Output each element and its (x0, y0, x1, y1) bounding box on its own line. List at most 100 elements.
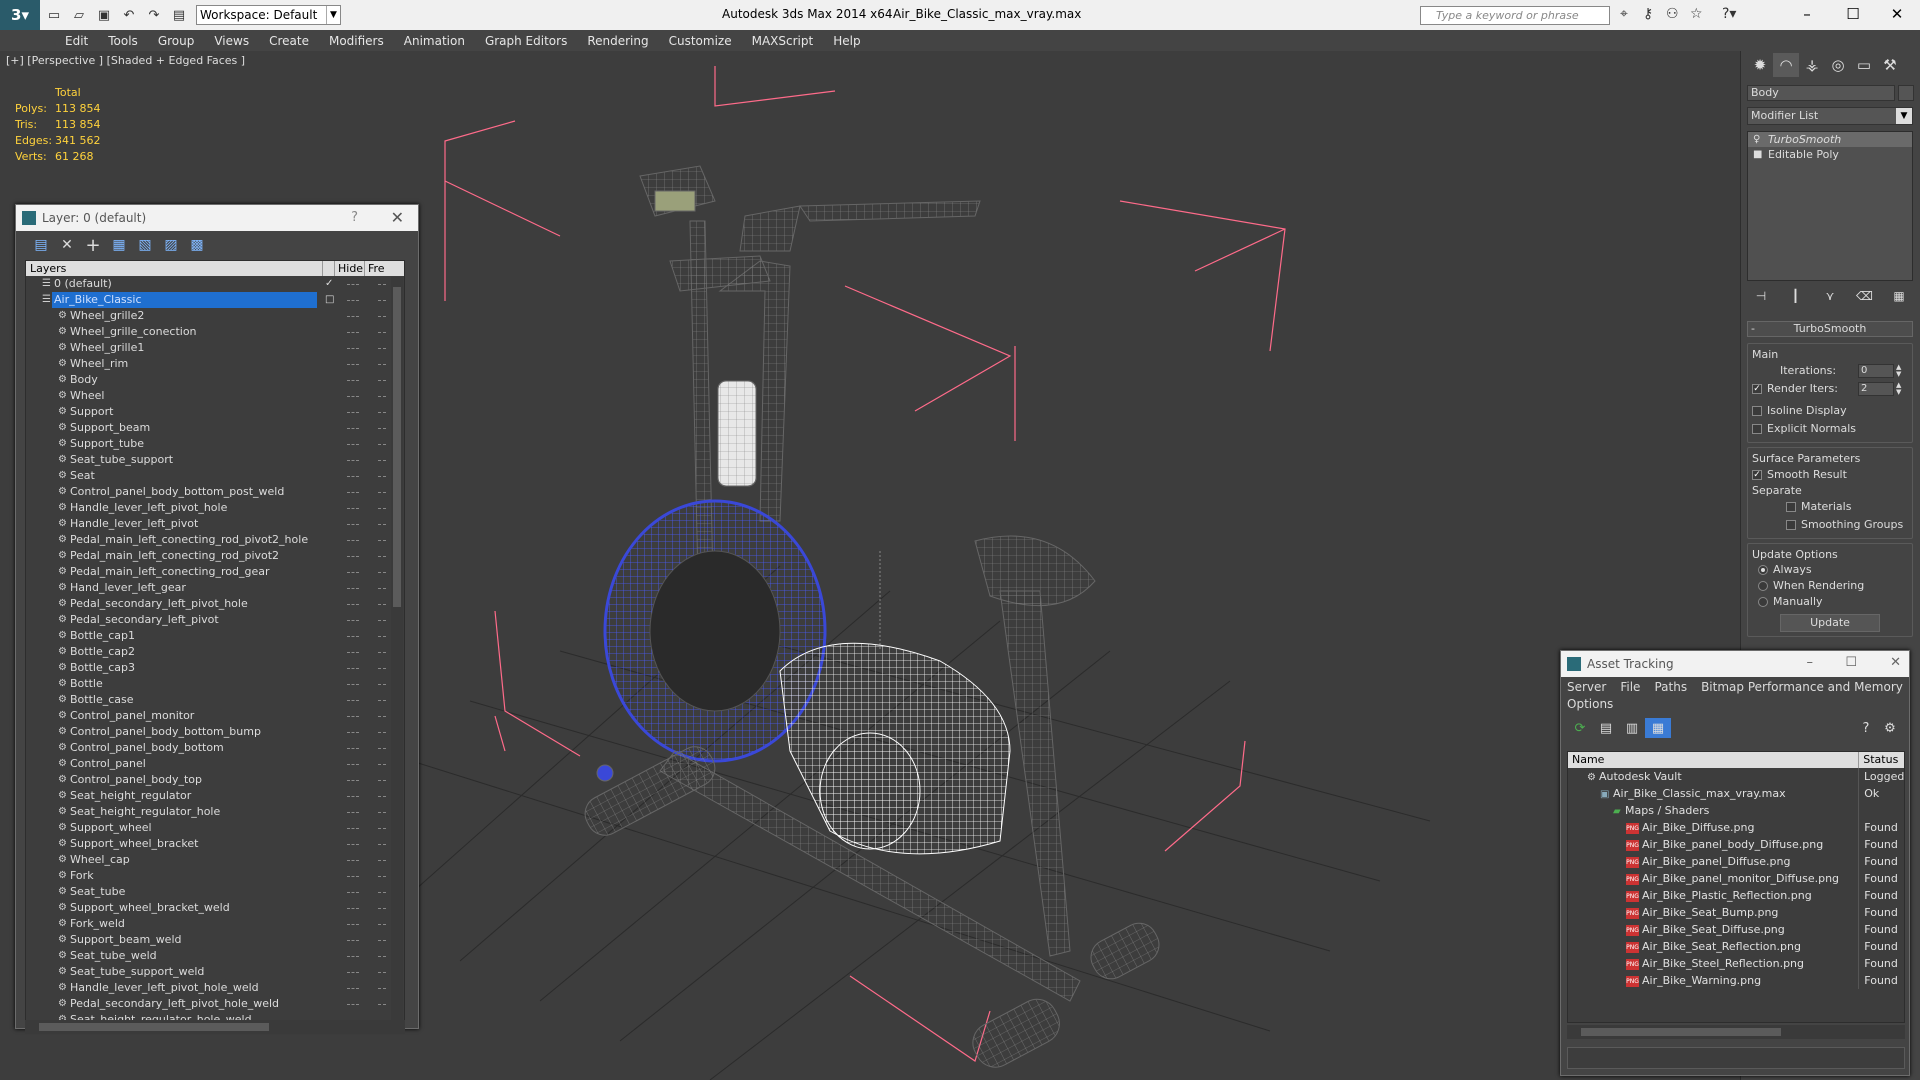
new-file-icon[interactable]: ▭ (43, 4, 65, 26)
show-end-result-icon[interactable]: ┃ (1782, 286, 1810, 306)
hide-toggle[interactable] (347, 348, 359, 350)
modifier-stack-item[interactable]: ■ Editable Poly (1748, 147, 1912, 162)
asset-row[interactable]: PNG Air_Bike_Diffuse.png Found (1568, 819, 1904, 836)
layer-object-row[interactable]: ⚙ Bottle_cap2 (26, 644, 404, 660)
highlight-selected-icon[interactable]: ▧ (132, 234, 158, 256)
freeze-toggle[interactable] (378, 988, 386, 990)
layer-object-row[interactable]: ⚙ Bottle_cap1 (26, 628, 404, 644)
scroll-thumb[interactable] (1581, 1028, 1781, 1036)
layer-object-row[interactable]: ⚙ Seat_tube_weld (26, 948, 404, 964)
freeze-toggle[interactable] (378, 316, 386, 318)
close-icon[interactable]: ✕ (1890, 655, 1901, 670)
hide-toggle[interactable] (347, 364, 359, 366)
freeze-toggle[interactable] (378, 524, 386, 526)
hide-toggle[interactable] (347, 396, 359, 398)
always-radio[interactable] (1758, 565, 1768, 575)
asset-row[interactable]: PNG Air_Bike_Seat_Diffuse.png Found (1568, 921, 1904, 938)
delete-layer-icon[interactable]: ✕ (54, 234, 80, 256)
utilities-tab-icon[interactable]: ⚒ (1877, 53, 1903, 77)
freeze-toggle[interactable] (378, 588, 386, 590)
create-tab-icon[interactable]: ✹ (1747, 53, 1773, 77)
save-file-icon[interactable]: ▣ (93, 4, 115, 26)
freeze-toggle[interactable] (378, 556, 386, 558)
minimize-icon[interactable]: – (1807, 655, 1814, 670)
freeze-toggle[interactable] (378, 972, 386, 974)
layer-object-row[interactable]: ⚙ Fork_weld (26, 916, 404, 932)
layer-object-row[interactable]: ⚙ Bottle (26, 676, 404, 692)
spinner-arrows-icon[interactable]: ▲ ▼ (1896, 382, 1906, 396)
hide-toggle[interactable] (347, 444, 359, 446)
remove-modifier-icon[interactable]: ⌫ (1851, 286, 1879, 306)
asset-row[interactable]: PNG Air_Bike_Plastic_Reflection.png Found (1568, 887, 1904, 904)
freeze-toggle[interactable] (378, 364, 386, 366)
layer-horizontal-scrollbar[interactable] (25, 1020, 405, 1034)
menu-group[interactable]: Group (148, 34, 205, 48)
freeze-toggle[interactable] (378, 332, 386, 334)
hide-toggle[interactable] (347, 908, 359, 910)
layer-object-row[interactable]: ⚙ Support (26, 404, 404, 420)
layer-object-row[interactable]: ⚙ Support_beam_weld (26, 932, 404, 948)
hide-toggle[interactable] (347, 412, 359, 414)
menu-help[interactable]: Help (823, 34, 870, 48)
freeze-toggle[interactable] (378, 812, 386, 814)
binoculars-icon[interactable]: ⌖ (1620, 6, 1628, 22)
freeze-toggle[interactable] (378, 604, 386, 606)
layer-object-row[interactable]: ⚙ Pedal_secondary_left_pivot (26, 612, 404, 628)
asset-menu-paths[interactable]: Paths (1654, 680, 1687, 694)
render-iters-checkbox[interactable]: ✓ (1752, 384, 1762, 394)
freeze-toggle[interactable] (378, 668, 386, 670)
layer-object-row[interactable]: ⚙ Control_panel_body_bottom_post_weld (26, 484, 404, 500)
menu-views[interactable]: Views (204, 34, 259, 48)
freeze-toggle[interactable] (378, 748, 386, 750)
layer-object-row[interactable]: ⚙ Control_panel (26, 756, 404, 772)
star-icon[interactable]: ☆ (1690, 6, 1703, 22)
layer-object-row[interactable]: ⚙ Pedal_secondary_left_pivot_hole_weld (26, 996, 404, 1012)
hide-toggle[interactable] (347, 332, 359, 334)
col-freeze[interactable]: Fre (365, 261, 395, 276)
square-icon[interactable]: ■ (1753, 147, 1762, 162)
layer-object-row[interactable]: ⚙ Wheel_grille1 (26, 340, 404, 356)
hide-toggle[interactable] (347, 844, 359, 846)
asset-row[interactable]: ▰ Maps / Shaders (1568, 802, 1904, 819)
modifier-list-select[interactable]: Modifier List ▼ (1747, 107, 1913, 125)
maximize-button[interactable]: ☐ (1830, 2, 1876, 26)
scroll-thumb[interactable] (39, 1023, 269, 1031)
asset-menu-server[interactable]: Server (1567, 680, 1606, 694)
asset-menu-bitmap-performance-and-memory[interactable]: Bitmap Performance and Memory (1701, 680, 1903, 694)
layer-row[interactable]: ☰ Air_Bike_Classic □ (26, 292, 404, 308)
col-layers[interactable]: Layers (26, 261, 323, 276)
layer-object-row[interactable]: ⚙ Control_panel_body_bottom_bump (26, 724, 404, 740)
hide-toggle[interactable] (347, 796, 359, 798)
update-button[interactable]: Update (1780, 614, 1880, 632)
layer-object-row[interactable]: ⚙ Wheel_rim (26, 356, 404, 372)
layer-object-row[interactable]: ⚙ Wheel_grille_conection (26, 324, 404, 340)
freeze-toggle[interactable] (378, 796, 386, 798)
freeze-toggle[interactable] (378, 348, 386, 350)
layer-object-row[interactable]: ⚙ Pedal_main_left_conecting_rod_gear (26, 564, 404, 580)
freeze-toggle[interactable] (378, 572, 386, 574)
hide-toggle[interactable] (347, 604, 359, 606)
current-layer-marker[interactable]: ✓ (325, 276, 333, 292)
refresh-icon[interactable]: ⟳ (1567, 718, 1593, 738)
help-icon[interactable]: ? (351, 210, 358, 225)
freeze-toggle[interactable] (378, 284, 386, 286)
hide-toggle[interactable] (347, 764, 359, 766)
table-view-icon[interactable]: ▦ (1645, 718, 1671, 738)
hide-toggle[interactable] (347, 540, 359, 542)
hierarchy-tab-icon[interactable]: ⚶ (1799, 53, 1825, 77)
layer-vertical-scrollbar[interactable] (391, 277, 403, 1021)
hide-toggle[interactable] (347, 892, 359, 894)
layer-object-row[interactable]: ⚙ Seat (26, 468, 404, 484)
layer-object-row[interactable]: ⚙ Wheel_grille2 (26, 308, 404, 324)
menu-tools[interactable]: Tools (98, 34, 148, 48)
hide-toggle[interactable] (347, 572, 359, 574)
asset-row[interactable]: PNG Air_Bike_Warning.png Found (1568, 972, 1904, 989)
freeze-toggle[interactable] (378, 444, 386, 446)
col-name[interactable]: Name (1568, 752, 1860, 768)
search-input[interactable]: Type a keyword or phrase (1420, 6, 1610, 25)
layer-object-row[interactable]: ⚙ Handle_lever_left_pivot_hole (26, 500, 404, 516)
asset-path-field[interactable] (1567, 1047, 1905, 1069)
hide-toggle[interactable] (347, 524, 359, 526)
hide-toggle[interactable] (347, 940, 359, 942)
layer-object-row[interactable]: ⚙ Support_tube (26, 436, 404, 452)
